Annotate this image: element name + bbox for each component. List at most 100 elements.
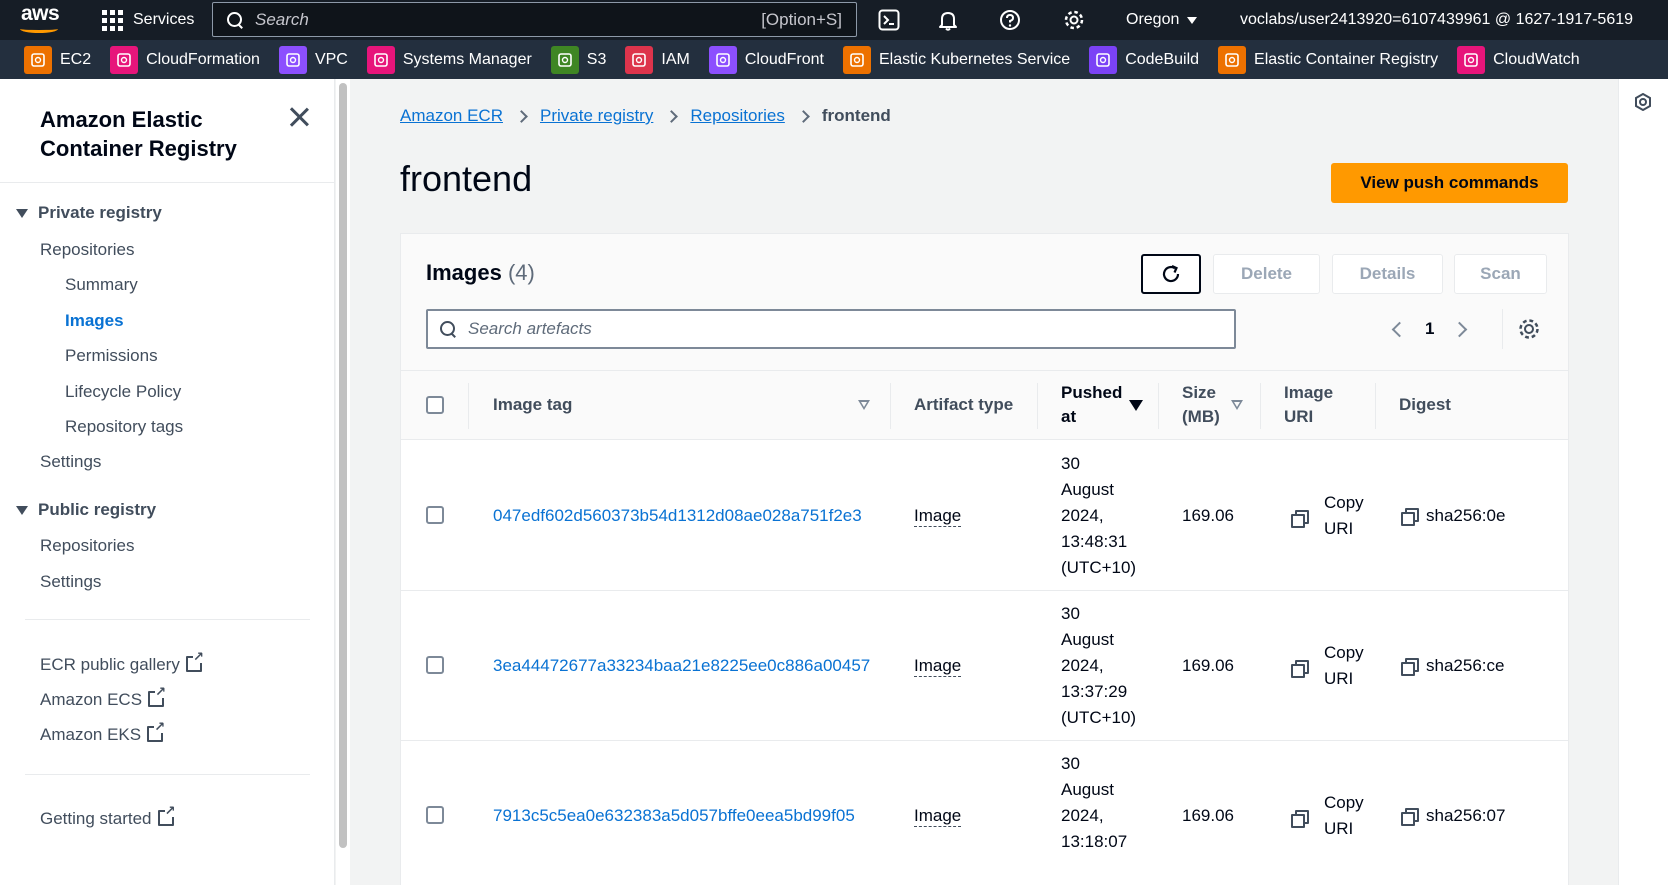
close-icon[interactable] xyxy=(286,105,312,131)
digest-value: sha256:0e xyxy=(1426,506,1506,525)
chevron-left-icon[interactable] xyxy=(1391,321,1408,337)
help-icon[interactable] xyxy=(998,8,1022,32)
artefact-search-field[interactable] xyxy=(426,309,1236,349)
chevron-right-icon[interactable] xyxy=(1452,321,1468,337)
scrollbar-thumb[interactable] xyxy=(339,83,347,848)
favorite-codebuild[interactable]: CodeBuild xyxy=(1089,45,1199,74)
pushed-at-line: 13:48:31 xyxy=(1061,532,1128,551)
table-header: Image tag Artifact type Pushed at Size (… xyxy=(401,370,1568,440)
favorite-cloudwatch[interactable]: CloudWatch xyxy=(1457,45,1580,74)
services-menu-button[interactable]: Services xyxy=(82,0,212,40)
checkbox[interactable] xyxy=(426,396,444,414)
bell-icon[interactable] xyxy=(936,8,960,32)
sidebar-item-images[interactable]: Images xyxy=(65,311,124,331)
gear-icon[interactable] xyxy=(1062,8,1086,32)
aws-logo[interactable]: aws xyxy=(0,0,82,40)
breadcrumb-repositories[interactable]: Repositories xyxy=(690,106,785,126)
artefact-search-input[interactable] xyxy=(468,319,1188,339)
sidebar-item-settings[interactable]: Settings xyxy=(40,452,101,472)
checkbox[interactable] xyxy=(426,506,444,524)
sidebar-item-lifecycle-policy[interactable]: Lifecycle Policy xyxy=(65,382,181,402)
favorite-systems-manager[interactable]: Systems Manager xyxy=(366,45,532,74)
digest-copy-button[interactable]: sha256:ce xyxy=(1401,653,1568,679)
account-menu[interactable]: voclabs/user2413920=6107439961 @ 1627-19… xyxy=(1240,0,1633,40)
public-registry-section[interactable]: Public registry xyxy=(16,500,156,520)
row-checkbox[interactable] xyxy=(426,656,444,674)
favorite-vpc[interactable]: VPC xyxy=(278,45,348,74)
details-button[interactable]: Details xyxy=(1332,254,1443,294)
column-header-digest[interactable]: Digest xyxy=(1399,371,1451,439)
column-header-artifact-type[interactable]: Artifact type xyxy=(914,371,1013,439)
column-header-image-uri[interactable]: Image URI xyxy=(1284,371,1333,439)
feedback-icon[interactable] xyxy=(1634,93,1652,111)
digest-copy-button[interactable]: sha256:07 xyxy=(1401,803,1568,829)
sidebar-item-repository-tags[interactable]: Repository tags xyxy=(65,417,183,437)
favorite-cloudformation[interactable]: CloudFormation xyxy=(110,45,260,74)
sidebar-item-repositories[interactable]: Repositories xyxy=(40,240,135,260)
digest-value: sha256:ce xyxy=(1426,656,1505,675)
row-checkbox[interactable] xyxy=(426,806,444,824)
ecr-public-gallery-label: ECR public gallery xyxy=(40,655,180,674)
breadcrumb-private-registry[interactable]: Private registry xyxy=(540,106,653,126)
artifact-type-value[interactable]: Image xyxy=(914,656,962,677)
digest-copy-button[interactable]: sha256:0e xyxy=(1401,503,1568,529)
checkbox[interactable] xyxy=(426,806,444,824)
scan-button[interactable]: Scan xyxy=(1454,254,1547,294)
pagination: 1 xyxy=(1391,312,1468,346)
column-header-pushed-at[interactable]: Pushed at xyxy=(1061,371,1122,439)
private-registry-section[interactable]: Private registry xyxy=(16,203,162,223)
sidenav-scrollbar[interactable] xyxy=(336,79,350,885)
getting-started-label: Getting started xyxy=(40,809,152,828)
favorite-label: IAM xyxy=(661,50,690,68)
sidebar-link-ecr-public-gallery[interactable]: ECR public gallery xyxy=(40,650,204,675)
breadcrumb-amazon-ecr[interactable]: Amazon ECR xyxy=(400,106,503,126)
sort-caret-icon xyxy=(858,400,870,410)
sidebar-item-summary[interactable]: Summary xyxy=(65,275,138,295)
column-header-image-tag[interactable]: Image tag xyxy=(493,371,572,439)
copy-uri-button[interactable]: Copy URI xyxy=(1284,640,1374,692)
view-push-commands-button[interactable]: View push commands xyxy=(1331,163,1568,203)
sort-pushed-at[interactable] xyxy=(1129,371,1143,439)
favorite-iam[interactable]: IAM xyxy=(625,45,690,74)
favorite-elastic-container-registry[interactable]: Elastic Container Registry xyxy=(1218,45,1438,74)
favorite-cloudfront[interactable]: CloudFront xyxy=(708,45,824,74)
favorite-s3[interactable]: S3 xyxy=(550,45,606,74)
size-cell: 169.06 xyxy=(1182,806,1234,825)
sidebar-link-getting-started[interactable]: Getting started xyxy=(40,804,176,829)
copy-uri-button[interactable]: Copy URI xyxy=(1284,790,1374,842)
table-row[interactable]: 7913c5c5ea0e632383a5d057bffe0eea5bd99f05… xyxy=(401,741,1568,885)
sidebar-link-amazon-eks[interactable]: Amazon EKS xyxy=(40,720,166,745)
table-row[interactable]: 3ea44472677a33234baa21e8225ee0c886a00457… xyxy=(401,591,1568,741)
page-number[interactable]: 1 xyxy=(1425,319,1434,339)
sidebar-item-permissions[interactable]: Permissions xyxy=(65,346,158,366)
table-settings-icon[interactable] xyxy=(1516,316,1542,342)
pushed-at-line: August xyxy=(1061,480,1114,499)
row-checkbox[interactable] xyxy=(426,506,444,524)
cloudshell-icon[interactable] xyxy=(877,8,901,32)
column-header-size[interactable]: Size (MB) xyxy=(1182,371,1220,439)
sidebar-item-public-repositories[interactable]: Repositories xyxy=(40,536,135,556)
sidebar-link-amazon-ecs[interactable]: Amazon ECS xyxy=(40,685,167,710)
refresh-button[interactable] xyxy=(1141,254,1201,294)
image-tag-link[interactable]: 7913c5c5ea0e632383a5d057bffe0eea5bd99f05 xyxy=(493,803,855,829)
image-tag-link[interactable]: 047edf602d560373b54d1312d08ae028a751f2e3 xyxy=(493,503,862,529)
select-all-checkbox[interactable] xyxy=(426,371,444,439)
artifact-type-value[interactable]: Image xyxy=(914,806,962,827)
favorite-ec2[interactable]: EC2 xyxy=(24,45,91,74)
table-row[interactable]: 047edf602d560373b54d1312d08ae028a751f2e3… xyxy=(401,441,1568,591)
copy-uri-button[interactable]: Copy URI xyxy=(1284,490,1374,542)
account-label: voclabs/user2413920=6107439961 @ 1627-19… xyxy=(1240,11,1634,28)
favorite-label: CloudFront xyxy=(744,50,824,68)
sort-size[interactable] xyxy=(1231,371,1243,439)
sort-image-tag[interactable] xyxy=(858,371,870,439)
artifact-type-value[interactable]: Image xyxy=(914,506,962,527)
checkbox[interactable] xyxy=(426,656,444,674)
favorite-elastic-kubernetes-service[interactable]: Elastic Kubernetes Service xyxy=(842,45,1070,74)
delete-button[interactable]: Delete xyxy=(1213,254,1320,294)
image-tag-link[interactable]: 3ea44472677a33234baa21e8225ee0c886a00457 xyxy=(493,653,870,679)
region-selector[interactable]: Oregon xyxy=(1126,0,1198,40)
global-search-input[interactable]: Search [Option+S] xyxy=(212,2,857,37)
sidebar-item-public-settings[interactable]: Settings xyxy=(40,572,101,592)
copy-icon xyxy=(1401,808,1419,826)
services-grid-icon xyxy=(102,9,123,31)
